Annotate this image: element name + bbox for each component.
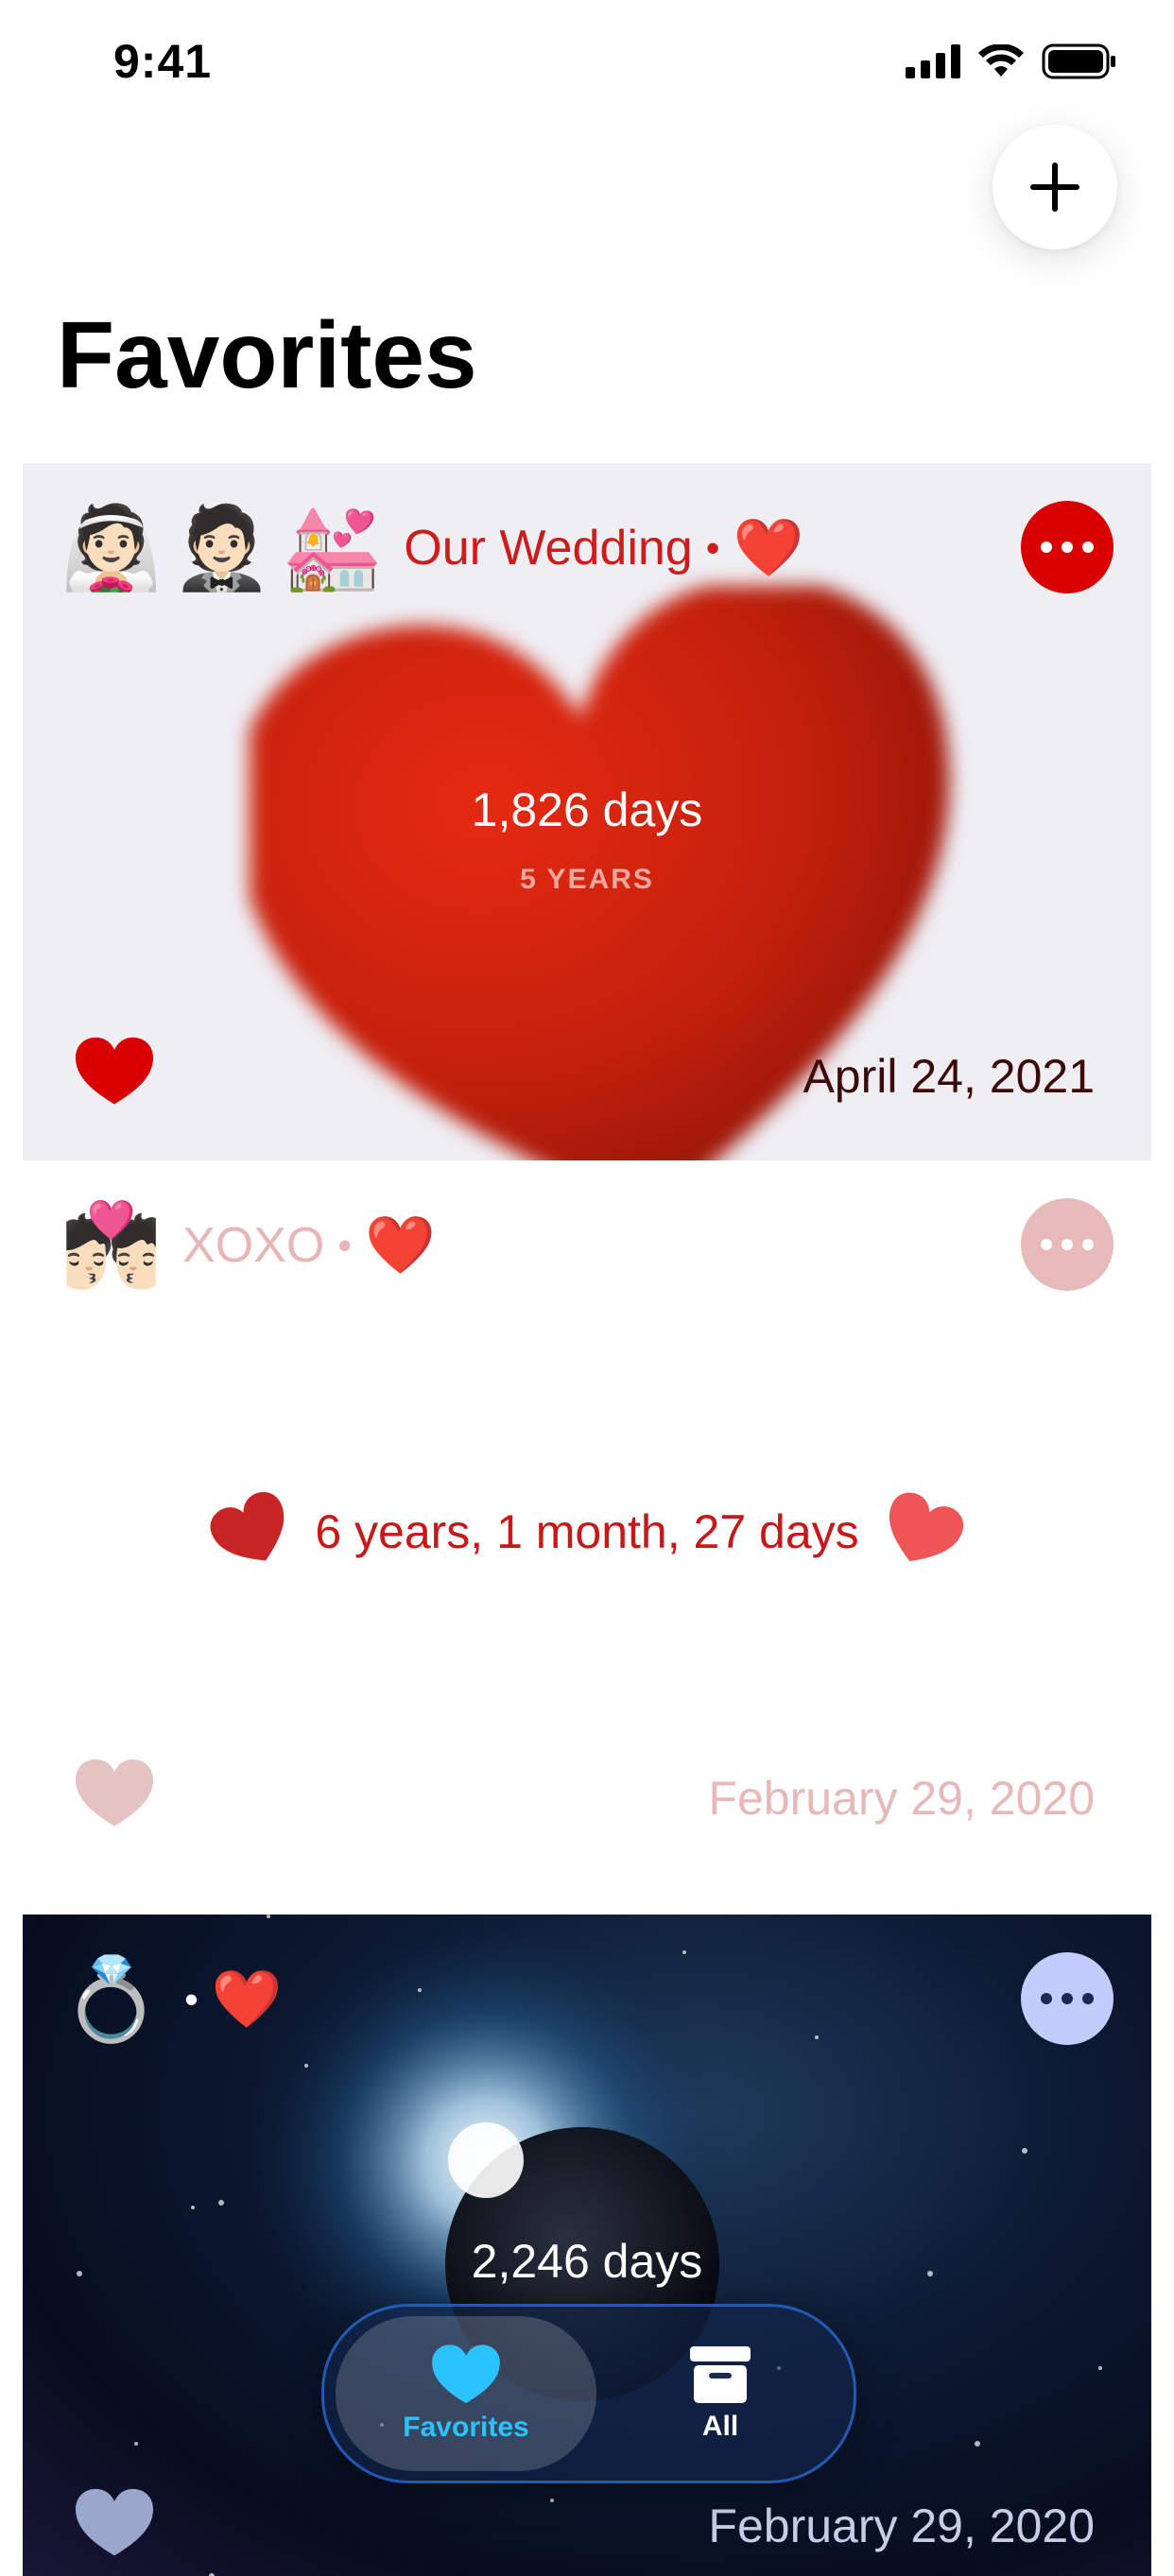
heart-icon	[432, 2344, 500, 2404]
favorite-marker-icon: ❤️	[365, 1213, 436, 1277]
emoji-ring: 💍	[60, 1954, 163, 2045]
tilted-heart-left-icon	[210, 1491, 285, 1561]
page-title: Favorites	[57, 302, 477, 408]
tilted-heart-right-icon	[889, 1492, 963, 1562]
emoji-bride: 👰🏻	[60, 503, 163, 593]
event-card-xoxo[interactable]: 💏🏻 XOXO • ❤️ 6 years, 1 month, 27 days F…	[23, 1160, 1151, 1913]
years-count: 5 YEARS	[520, 864, 654, 895]
separator-dot: •	[184, 1977, 199, 2021]
favorite-heart-icon[interactable]	[76, 1758, 153, 1829]
card-title: Our Wedding	[404, 521, 693, 575]
card-date: April 24, 2021	[803, 1050, 1095, 1103]
ellipsis-icon	[1041, 1239, 1094, 1250]
status-icons	[906, 43, 1117, 79]
duration-text: 6 years, 1 month, 27 days	[315, 1505, 859, 1558]
battery-icon	[1042, 43, 1115, 79]
archive-box-icon	[690, 2346, 751, 2403]
ellipsis-icon	[1041, 1993, 1094, 2004]
ellipsis-icon	[1041, 541, 1094, 553]
event-card-wedding[interactable]: 👰🏻 🤵🏻 💒 Our Wedding • ❤️ 1,826 days 5 YE…	[23, 463, 1151, 1160]
card-header: 💍 • ❤️	[60, 1952, 292, 2047]
separator-dot: •	[337, 1223, 353, 1267]
emoji-groom: 🤵🏻	[171, 503, 273, 593]
tab-favorites[interactable]: Favorites	[336, 2316, 596, 2471]
add-button[interactable]	[993, 125, 1117, 249]
duration-row: 6 years, 1 month, 27 days	[23, 1491, 1151, 1567]
status-time: 9:41	[113, 35, 213, 88]
day-count: 2,246 days	[471, 2235, 703, 2288]
card-header: 👰🏻 🤵🏻 💒 Our Wedding • ❤️	[60, 501, 813, 595]
favorite-marker-icon: ❤️	[733, 516, 804, 579]
separator-dot: •	[705, 525, 720, 570]
tab-label: Favorites	[403, 2412, 529, 2443]
day-count: 1,826 days	[471, 783, 703, 836]
more-options-button[interactable]	[1021, 1198, 1114, 1291]
favorite-marker-icon: ❤️	[211, 1967, 283, 2031]
more-options-button[interactable]	[1021, 1952, 1114, 2045]
tab-all[interactable]: All	[596, 2316, 844, 2471]
card-header: 💏🏻 XOXO • ❤️	[60, 1198, 445, 1293]
more-options-button[interactable]	[1021, 501, 1114, 593]
tab-label: All	[701, 2411, 739, 2442]
signal-icon	[906, 44, 960, 78]
card-title: XOXO	[182, 1218, 325, 1273]
plus-icon	[1030, 163, 1079, 212]
card-date: February 29, 2020	[708, 1772, 1095, 1825]
favorite-heart-icon[interactable]	[76, 1036, 153, 1108]
tab-bar: Favorites All	[321, 2304, 856, 2483]
card-date: February 29, 2020	[708, 2499, 1095, 2552]
emoji-kiss: 💏🏻	[60, 1200, 163, 1291]
emoji-chapel: 💒	[282, 503, 384, 593]
status-bar: 9:41	[0, 0, 1174, 123]
favorite-heart-icon[interactable]	[76, 2487, 153, 2559]
wifi-icon	[978, 44, 1024, 77]
